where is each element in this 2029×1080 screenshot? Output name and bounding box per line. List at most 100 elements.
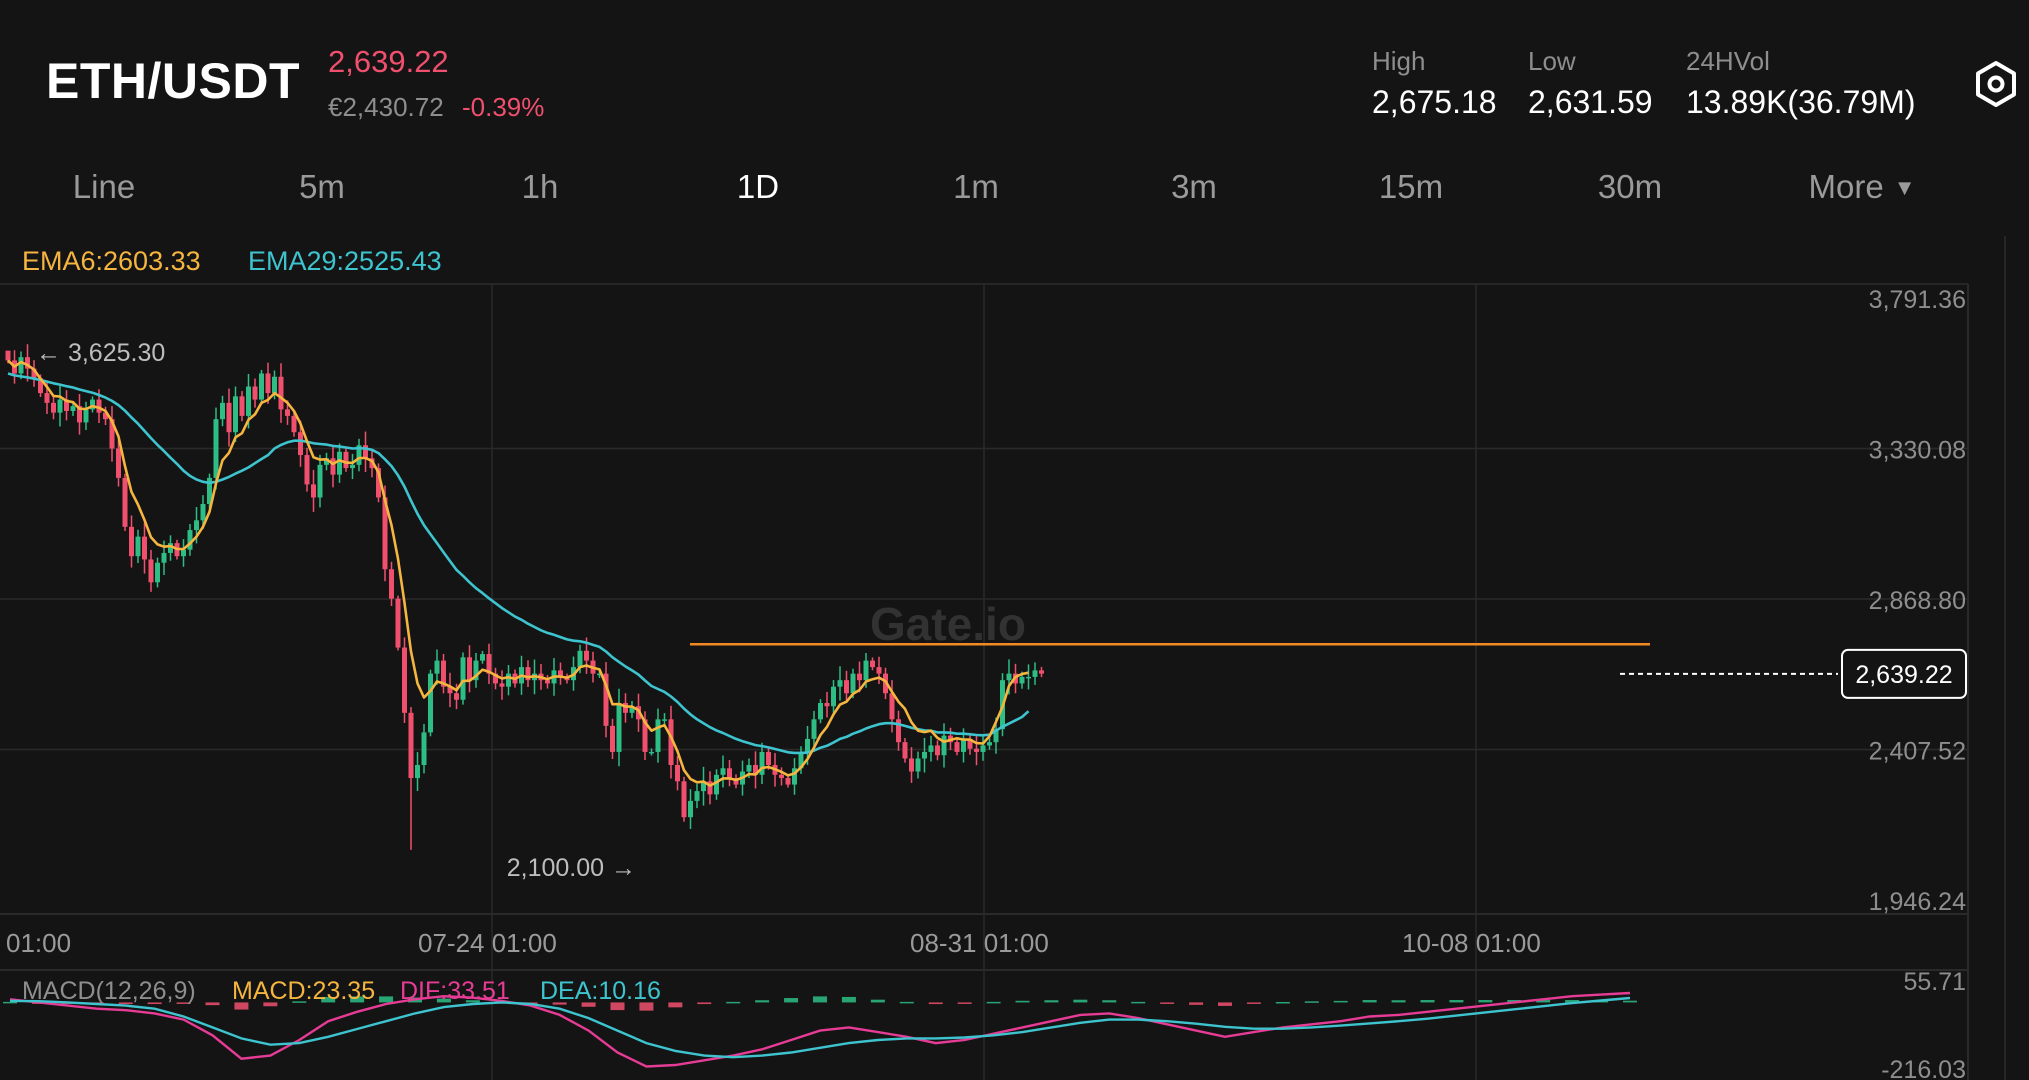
candle-body [863, 660, 869, 681]
candle-body [662, 719, 667, 721]
x-tick-label: 10-08 01:00 [1402, 928, 1541, 958]
y-tick-label: 3,791.36 [1869, 286, 1966, 314]
candle-body [694, 791, 700, 801]
candle-body [161, 552, 167, 563]
macd-bottom-label: -216.03 [1881, 1056, 1966, 1080]
candle-body [499, 683, 505, 687]
candle-body [850, 673, 856, 694]
macd-histogram-bar [1102, 1000, 1117, 1003]
candle-body [824, 703, 830, 707]
candle-body [623, 703, 628, 713]
candle-body [831, 686, 836, 707]
macd-histogram-bar [928, 1002, 943, 1005]
candle-body [1019, 676, 1025, 684]
candle-body [298, 432, 303, 456]
candle-body [434, 660, 440, 674]
macd-histogram-bar [1420, 1000, 1435, 1003]
macd-value-label: MACD:23.35 [232, 977, 375, 1005]
macd-histogram-bar [1189, 1002, 1204, 1005]
y-tick-label: 2,407.52 [1869, 738, 1966, 766]
candle-body [889, 693, 895, 720]
candle-body [688, 800, 693, 818]
candle-body [1032, 670, 1038, 677]
candle-body [239, 396, 245, 416]
candle-body [467, 657, 472, 681]
candle-body [766, 751, 771, 766]
candle-body [1039, 670, 1044, 674]
candle-body [57, 399, 63, 413]
candle-body [954, 742, 960, 752]
candle-body [980, 745, 986, 752]
candle-body [616, 703, 622, 752]
candle-body [44, 393, 50, 403]
ema6-line [7, 359, 1029, 787]
macd-histogram-bar [784, 998, 799, 1003]
candle-body [337, 451, 342, 475]
macd-histogram-bar [668, 1002, 683, 1008]
candle-body [304, 455, 310, 485]
candle-body [454, 693, 459, 700]
ema29-line [7, 372, 1030, 755]
candle-body [941, 735, 947, 756]
macd-histogram-bar [1246, 1002, 1261, 1004]
candle-body [681, 781, 687, 818]
candle-body [402, 647, 407, 713]
dea-value-label: DEA:10.16 [540, 977, 661, 1005]
candle-body [727, 768, 732, 779]
candle-body [974, 748, 979, 752]
macd-histogram-bar [1218, 1002, 1232, 1006]
x-tick-label: 01:00 [6, 928, 71, 958]
candle-body [285, 409, 290, 416]
candle-body [746, 765, 752, 772]
candle-body [18, 357, 24, 374]
candle-body [291, 415, 297, 433]
macd-histogram-bar [986, 1001, 1001, 1004]
candle-body [278, 376, 284, 410]
candle-body [779, 774, 784, 779]
candle-body [1026, 676, 1031, 679]
macd-histogram-bar [1044, 1000, 1059, 1003]
macd-params-label: MACD(12,26,9) [22, 977, 196, 1005]
candle-body [142, 536, 147, 560]
candle-body [909, 758, 914, 772]
x-tick-label: 08-31 01:00 [910, 928, 1049, 958]
macd-histogram-bar [1304, 1001, 1319, 1003]
min-price-label: 2,100.00 → [507, 854, 636, 882]
candle-body [545, 680, 550, 684]
candle-body [70, 406, 76, 412]
candle-body [272, 376, 277, 394]
candle-body [460, 657, 466, 700]
candle-body [265, 373, 271, 394]
candle-body [915, 758, 921, 772]
candle-body [317, 464, 323, 498]
candle-body [330, 458, 336, 475]
candle-body [428, 673, 433, 733]
candle-body [343, 451, 349, 469]
macd-histogram-bar [1333, 1000, 1348, 1003]
candle-body [200, 503, 206, 521]
candle-body [246, 386, 251, 416]
candle-body [395, 598, 401, 648]
candle-body [389, 569, 394, 599]
candle-body [83, 409, 89, 423]
candle-body [5, 350, 11, 361]
candle-body [818, 703, 823, 720]
candle-body [213, 419, 219, 478]
candle-body [1006, 673, 1012, 681]
macd-histogram-bar [841, 996, 856, 1003]
macd-histogram-bar [1362, 1000, 1377, 1003]
candle-body [194, 520, 199, 531]
candle-body [935, 745, 940, 756]
candle-body [902, 742, 908, 759]
macd-histogram-bar [1015, 1000, 1030, 1003]
candle-body [857, 673, 862, 681]
candle-body [181, 549, 186, 557]
candle-body [233, 396, 238, 433]
candle-body [122, 477, 128, 527]
candle-body [584, 650, 589, 661]
y-tick-label: 3,330.08 [1869, 437, 1966, 465]
macd-top-label: 55.71 [1903, 968, 1966, 996]
price-chart[interactable]: 3,791.36 3,330.08 2,868.80 2,407.52 1,946.24… [0, 0, 2029, 1080]
candle-body [350, 464, 355, 469]
candle-body [928, 745, 934, 752]
